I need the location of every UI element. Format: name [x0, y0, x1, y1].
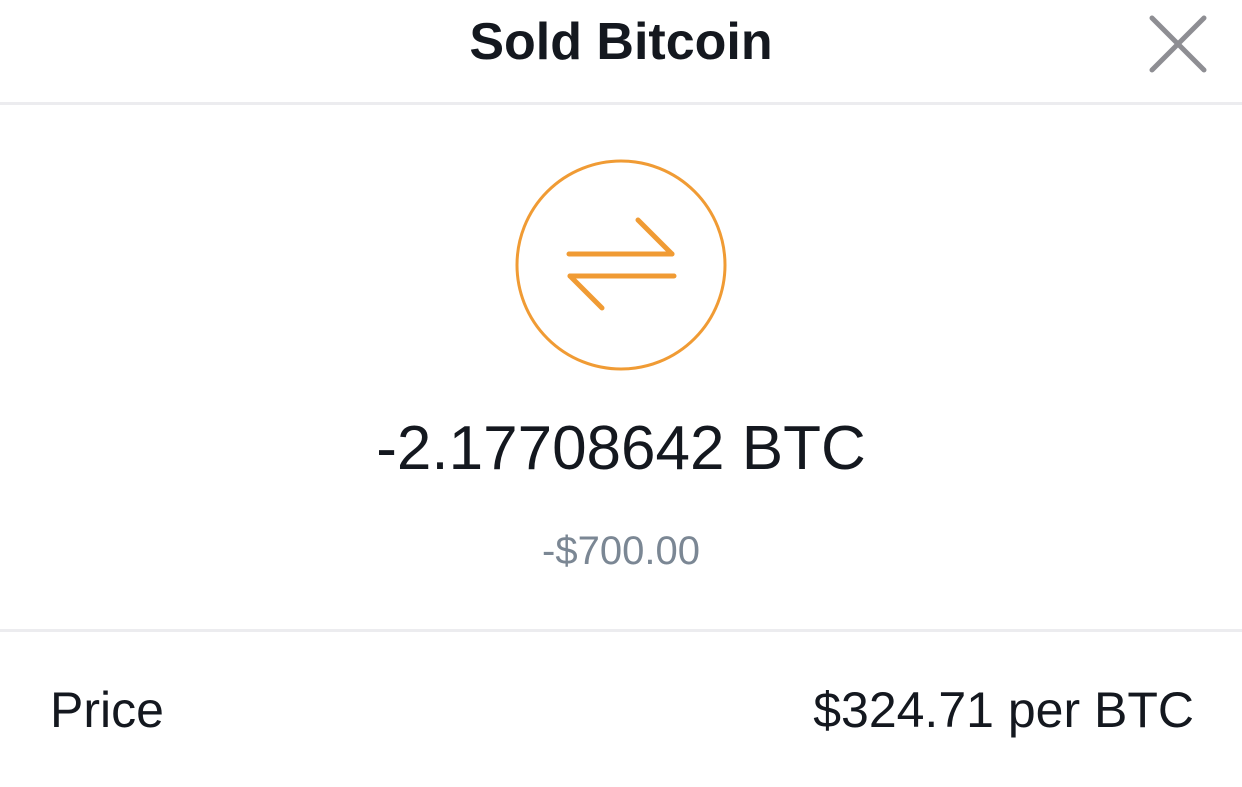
swap-arrows-icon: [515, 159, 727, 371]
page-title: Sold Bitcoin: [469, 13, 773, 71]
close-icon: [1149, 15, 1207, 73]
detail-label: Price: [50, 682, 164, 738]
detail-row-price: Price $324.71 per BTC: [0, 660, 1242, 760]
transaction-type-badge: [514, 158, 728, 372]
crypto-amount: -2.17708642 BTC: [376, 414, 866, 483]
section-divider: [0, 629, 1242, 632]
close-button[interactable]: [1140, 6, 1216, 82]
fiat-amount: -$700.00: [542, 529, 700, 573]
detail-value: $324.71 per BTC: [813, 682, 1194, 738]
header-bar: Sold Bitcoin: [0, 0, 1242, 105]
